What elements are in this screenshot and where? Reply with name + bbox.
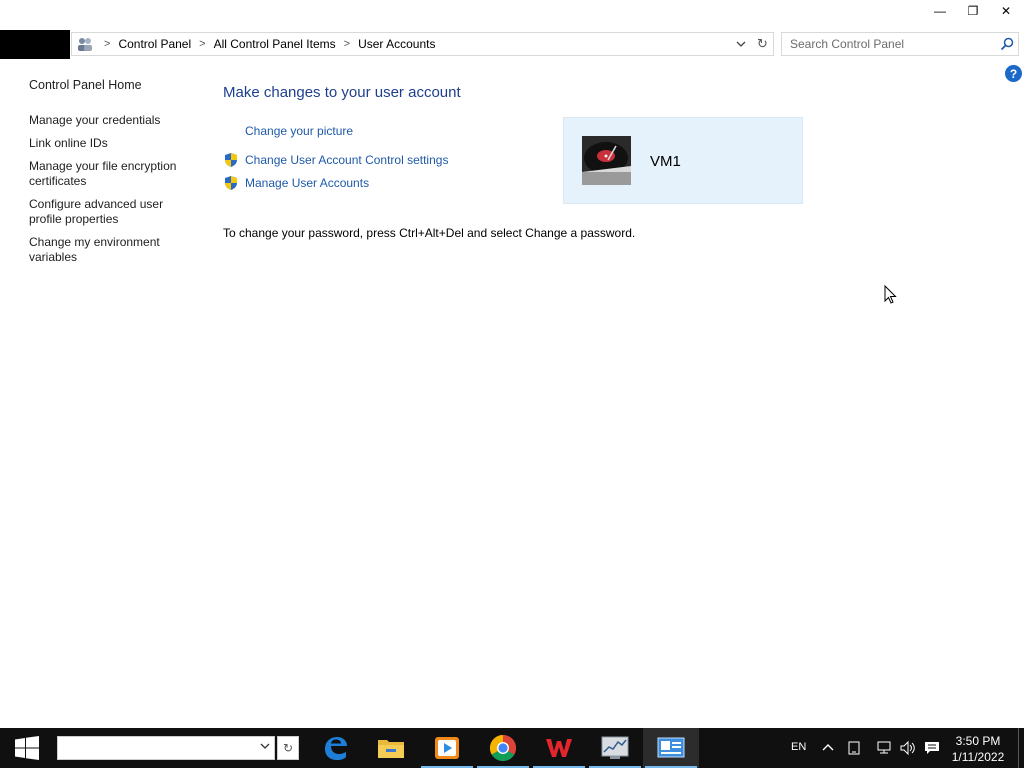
breadcrumb-control-panel[interactable]: Control Panel xyxy=(118,37,191,51)
show-desktop-button[interactable] xyxy=(1018,728,1024,768)
control-panel-home-link[interactable]: Control Panel Home xyxy=(29,76,199,96)
breadcrumb-separator: > xyxy=(104,38,111,50)
clock-date: 1/11/2022 xyxy=(951,750,1005,764)
wps-office-icon[interactable] xyxy=(531,728,587,768)
chrome-icon[interactable] xyxy=(475,728,531,768)
chevron-up-icon[interactable] xyxy=(820,740,836,756)
clock[interactable]: 3:50 PM 1/11/2022 xyxy=(946,733,1010,765)
sidebar-link-advanced-profile[interactable]: Configure advanced user profile properti… xyxy=(29,197,199,227)
avatar[interactable] xyxy=(582,136,631,185)
sidebar-link-environment-variables[interactable]: Change my environment variables xyxy=(29,235,199,265)
clock-time: 3:50 PM xyxy=(955,734,1001,748)
uac-shield-icon xyxy=(225,153,237,167)
left-pane: Control Panel Home Manage your credentia… xyxy=(29,76,199,265)
title-bar: — ❐ ✕ xyxy=(0,0,1024,30)
windows-logo-icon xyxy=(15,736,39,760)
refresh-icon: ↻ xyxy=(282,741,294,755)
breadcrumb-separator: > xyxy=(343,38,351,50)
search-icon[interactable] xyxy=(998,35,1016,53)
action-center-icon[interactable] xyxy=(924,740,940,756)
language-indicator[interactable]: EN xyxy=(791,741,806,753)
sidebar-link-online-ids[interactable]: Link online IDs xyxy=(29,136,199,151)
address-bar[interactable]: > Control Panel > All Control Panel Item… xyxy=(71,32,753,56)
network-icon[interactable] xyxy=(876,740,892,756)
taskbar-refresh-button[interactable]: ↻ xyxy=(277,736,299,760)
refresh-button[interactable]: ↻ xyxy=(752,32,774,56)
breadcrumb-user-accounts[interactable]: User Accounts xyxy=(358,37,435,51)
page-title: Make changes to your user account xyxy=(223,84,461,101)
mouse-cursor-icon xyxy=(884,285,897,304)
taskbar-search-input[interactable] xyxy=(57,736,275,760)
navigation-buttons[interactable] xyxy=(0,30,70,59)
tablet-icon[interactable] xyxy=(846,740,862,756)
manage-user-accounts-link[interactable]: Manage User Accounts xyxy=(245,176,369,190)
chevron-down-icon[interactable] xyxy=(260,741,270,754)
minimize-button[interactable]: — xyxy=(923,0,957,22)
chevron-down-icon[interactable] xyxy=(734,37,748,51)
change-picture-link[interactable]: Change your picture xyxy=(245,124,353,138)
password-note: To change your password, press Ctrl+Alt+… xyxy=(223,226,636,240)
breadcrumb-all-control-panel-items[interactable]: All Control Panel Items xyxy=(214,37,336,51)
manage-accounts-task[interactable]: Manage User Accounts xyxy=(223,175,369,191)
close-button[interactable]: ✕ xyxy=(989,0,1023,22)
uac-shield-icon xyxy=(225,176,237,190)
sidebar-link-file-encryption[interactable]: Manage your file encryption certificates xyxy=(29,159,199,189)
media-player-icon[interactable] xyxy=(419,728,475,768)
performance-monitor-icon[interactable] xyxy=(587,728,643,768)
uac-settings-task[interactable]: Change User Account Control settings xyxy=(223,152,448,168)
restore-button[interactable]: ❐ xyxy=(956,0,990,22)
help-icon[interactable]: ? xyxy=(1005,65,1022,82)
taskbar: ↻ EN 3:50 PM 1/11/2022 xyxy=(0,728,1024,768)
user-name: VM1 xyxy=(650,153,681,170)
control-panel-icon[interactable] xyxy=(643,728,699,768)
user-accounts-icon xyxy=(74,33,96,55)
volume-icon[interactable] xyxy=(900,740,916,756)
search-placeholder: Search Control Panel xyxy=(790,37,905,51)
edge-icon[interactable] xyxy=(307,728,363,768)
start-button[interactable] xyxy=(0,728,54,768)
uac-settings-link[interactable]: Change User Account Control settings xyxy=(245,153,448,167)
user-account-card: VM1 xyxy=(563,117,803,204)
breadcrumb-separator: > xyxy=(199,38,206,50)
search-input[interactable]: Search Control Panel xyxy=(781,32,1019,56)
file-explorer-icon[interactable] xyxy=(363,728,419,768)
refresh-icon: ↻ xyxy=(757,36,768,51)
sidebar-link-manage-credentials[interactable]: Manage your credentials xyxy=(29,113,199,128)
